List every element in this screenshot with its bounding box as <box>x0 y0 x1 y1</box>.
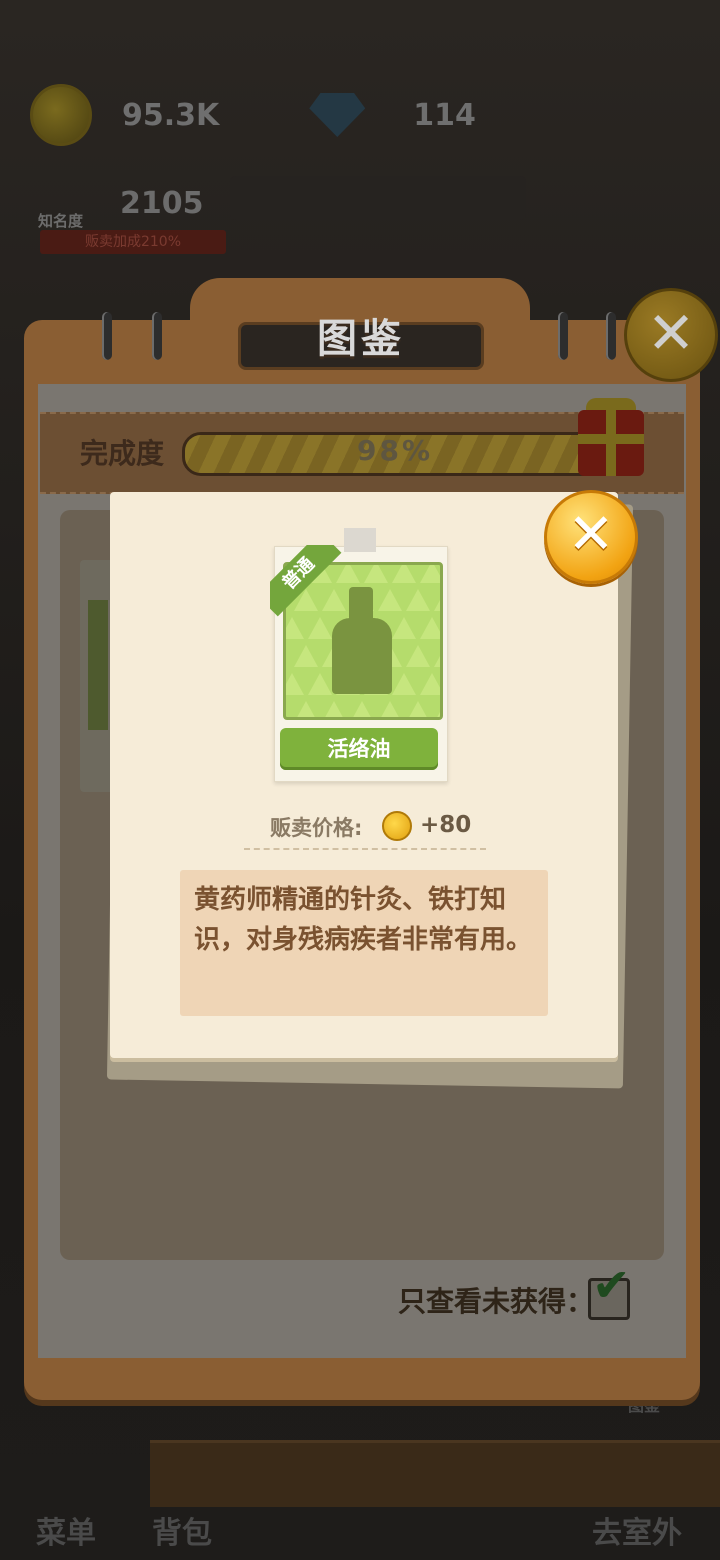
item-name: 活络油 <box>280 728 438 770</box>
bottom-bar <box>150 1440 720 1507</box>
pattern-triangle <box>392 673 416 695</box>
progress-text: 98% <box>356 434 434 467</box>
filter-label: 只查看未获得： <box>398 1285 595 1318</box>
pattern-triangle <box>406 589 430 611</box>
gem-icon <box>309 93 366 137</box>
pattern-triangle <box>420 673 440 695</box>
currency-row: 95.3K 114 <box>30 84 476 146</box>
pattern-triangle <box>392 565 416 583</box>
panel-title: 图鉴 <box>317 316 405 362</box>
close-icon: ✕ <box>646 299 696 367</box>
close-icon: ✕ <box>567 502 615 567</box>
binder-ring <box>152 312 162 360</box>
fame-value: 2105 <box>120 186 204 221</box>
binder-ring <box>558 312 568 360</box>
binder-ring <box>606 312 616 360</box>
pattern-triangle <box>420 565 440 583</box>
collection-card-image <box>88 600 108 730</box>
pattern-triangle <box>378 589 402 611</box>
coin-icon <box>30 84 92 146</box>
rarity-ribbon: 普通 <box>270 545 350 625</box>
outdoor-button[interactable]: 去室外 <box>592 1508 682 1552</box>
divider <box>244 848 486 850</box>
rarity-label: 普通 <box>270 545 342 617</box>
bottle-icon-body <box>332 618 392 694</box>
pattern-triangle <box>392 617 416 639</box>
panel-close-button[interactable]: ✕ <box>624 288 718 382</box>
pattern-triangle <box>286 673 304 695</box>
gift-icon[interactable] <box>578 410 644 476</box>
fame-label: 知名度 <box>38 212 84 230</box>
pattern-triangle <box>378 701 402 717</box>
coin-value: 95.3K <box>122 97 220 133</box>
gem-value: 114 <box>413 97 476 133</box>
fame-bonus: 贩卖加成210% <box>40 230 226 254</box>
pattern-triangle <box>294 701 318 717</box>
pattern-triangle <box>350 701 374 717</box>
pattern-triangle <box>434 645 440 667</box>
price-label: 贩卖价格: <box>270 816 363 840</box>
pattern-triangle <box>308 673 332 695</box>
hud-bar <box>230 176 526 220</box>
binder-ring <box>102 312 112 360</box>
pattern-triangle <box>406 701 430 717</box>
price-value: +80 <box>420 812 472 838</box>
bag-button[interactable]: 背包 <box>152 1508 212 1552</box>
pattern-triangle <box>406 645 430 667</box>
progress-label: 完成度 <box>80 437 165 470</box>
checkmark-icon: ✔ <box>592 1258 631 1312</box>
pattern-triangle <box>322 701 346 717</box>
pattern-triangle <box>364 565 388 583</box>
popup-close-button[interactable]: ✕ <box>544 490 638 584</box>
coin-icon <box>382 811 412 841</box>
menu-button[interactable]: 菜单 <box>36 1508 96 1552</box>
pattern-triangle <box>420 617 440 639</box>
pattern-triangle <box>294 645 318 667</box>
pattern-triangle <box>434 589 440 611</box>
pattern-triangle <box>434 701 440 717</box>
item-description: 黄药师精通的针灸、铁打知识，对身残病疾者非常有用。 <box>194 885 533 955</box>
